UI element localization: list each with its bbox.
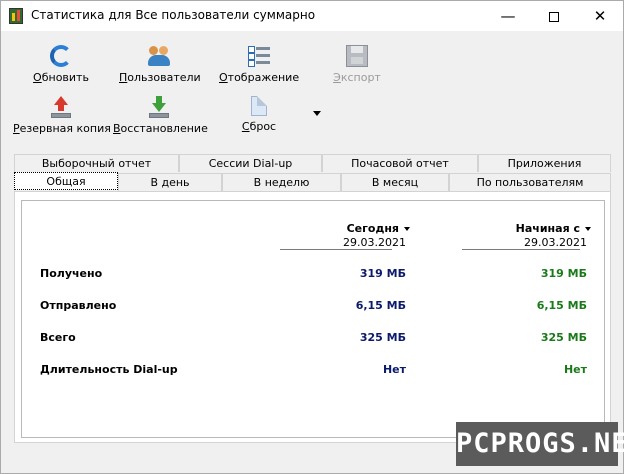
export-button[interactable]: Экспорт [327, 45, 387, 84]
backup-button[interactable]: Резервная копия [13, 96, 111, 135]
tab-hourly-report[interactable]: Почасовой отчет [322, 154, 478, 172]
tab-general[interactable]: Общая [14, 172, 118, 190]
received-since-value: 319 МБ [540, 267, 587, 280]
general-panel: Сегодня 29.03.2021 Начиная с 29.03.2021 … [14, 191, 611, 443]
received-today-value: 319 МБ [359, 267, 406, 280]
tab-dialup-sessions[interactable]: Сессии Dial-up [179, 154, 322, 172]
minimize-button[interactable]: — [485, 1, 531, 31]
total-since-value: 325 МБ [540, 331, 587, 344]
stats-table: Сегодня 29.03.2021 Начиная с 29.03.2021 … [21, 200, 605, 438]
tab-applications[interactable]: Приложения [478, 154, 611, 172]
export-label: Экспорт [333, 71, 381, 84]
restore-button[interactable]: Восстановление [113, 96, 208, 135]
total-label: Всего [40, 331, 76, 344]
restore-arrow-down-icon [148, 96, 170, 118]
reset-page-icon [251, 96, 267, 116]
maximize-button[interactable] [531, 1, 577, 31]
users-icon [148, 45, 170, 67]
window-title: Статистика для Все пользователи суммарно [31, 8, 316, 22]
display-label: Отображение [219, 71, 300, 84]
dialup-today-value: Нет [382, 363, 406, 376]
view-list-icon [248, 45, 270, 67]
total-today-value: 325 МБ [359, 331, 406, 344]
reset-dropdown-arrow-icon[interactable] [313, 111, 321, 116]
refresh-label: Обновить [33, 71, 89, 84]
refresh-button[interactable]: Обновить [31, 45, 91, 84]
restore-label: Восстановление [113, 122, 208, 135]
display-button[interactable]: Отображение [219, 45, 299, 84]
sent-since-value: 6,15 МБ [536, 299, 587, 312]
since-date: 29.03.2021 [524, 236, 587, 249]
save-disk-icon [346, 45, 368, 67]
users-label: Пользователи [119, 71, 201, 84]
close-button[interactable]: ✕ [577, 1, 623, 31]
tab-daily[interactable]: В день [118, 173, 222, 191]
today-column-header[interactable]: Сегодня [347, 222, 410, 235]
stats-window: Статистика для Все пользователи суммарно… [0, 0, 624, 474]
today-date: 29.03.2021 [343, 236, 406, 249]
today-dropdown-icon [404, 227, 410, 231]
backup-label: Резервная копия [13, 122, 111, 135]
since-underline [462, 249, 580, 250]
users-button[interactable]: Пользователи [119, 45, 201, 84]
app-chart-icon [9, 8, 23, 24]
since-dropdown-icon [585, 227, 591, 231]
reset-label: Сброс [241, 120, 277, 133]
since-column-header[interactable]: Начиная с [516, 222, 591, 235]
reset-button[interactable]: Сброс [233, 96, 285, 133]
title-bar: Статистика для Все пользователи суммарно… [1, 1, 623, 31]
tab-by-users[interactable]: По пользователям [449, 173, 611, 191]
today-underline [280, 249, 392, 250]
watermark-logo: PCPROGS.NET [456, 422, 624, 466]
backup-arrow-up-icon [50, 96, 72, 118]
tab-custom-report[interactable]: Выборочный отчет [14, 154, 179, 172]
tab-weekly[interactable]: В неделю [222, 173, 341, 191]
maximize-icon [549, 11, 559, 22]
received-label: Получено [40, 267, 103, 280]
dialup-duration-label: Длительность Dial-up [40, 363, 178, 376]
refresh-icon [50, 45, 72, 67]
tab-monthly[interactable]: В месяц [341, 173, 449, 191]
dialup-since-value: Нет [563, 363, 587, 376]
sent-today-value: 6,15 МБ [355, 299, 406, 312]
sent-label: Отправлено [40, 299, 117, 312]
